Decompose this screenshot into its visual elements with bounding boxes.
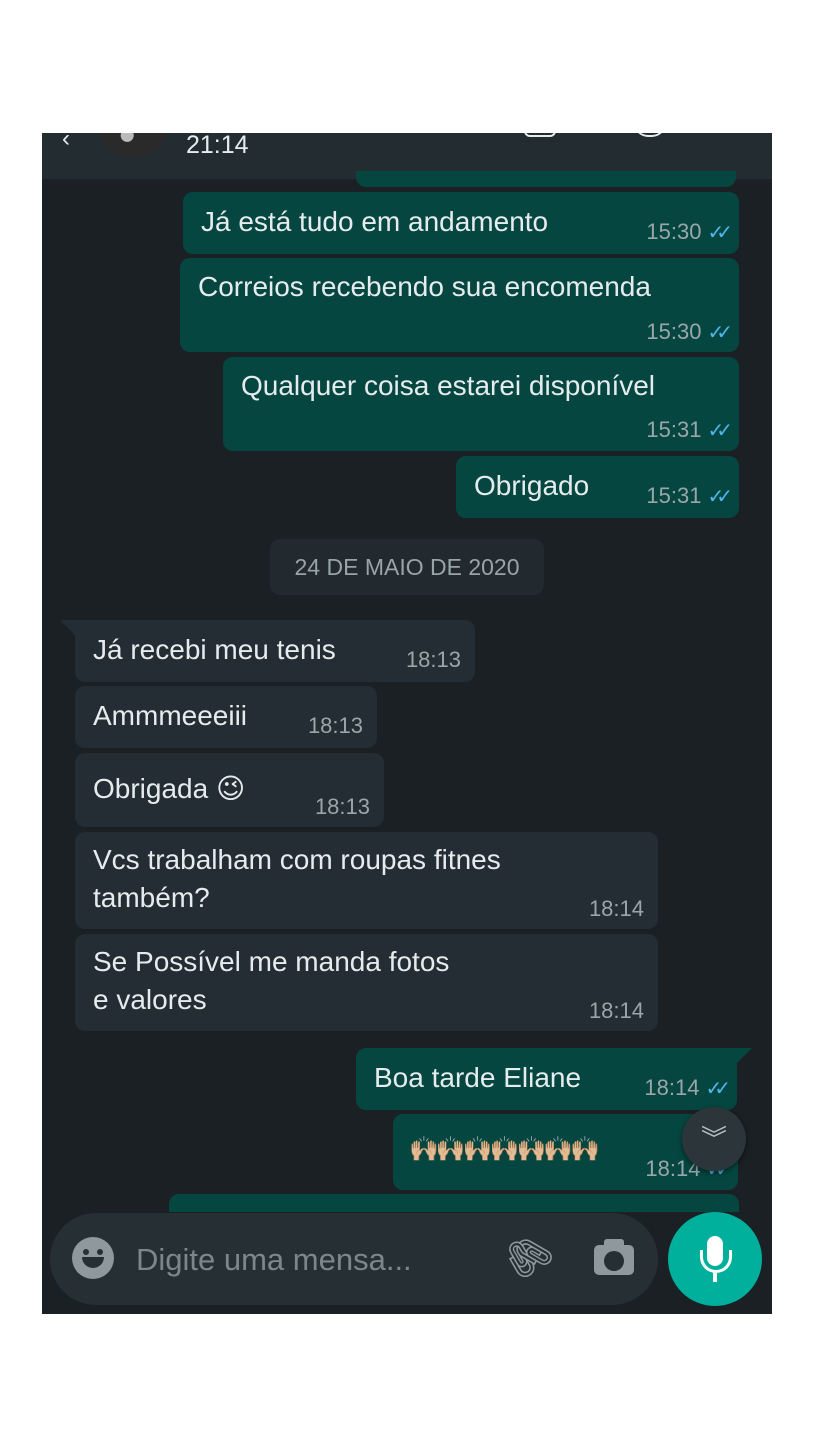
message-bubble-outgoing[interactable]: Obrigado 15:31 ✓✓	[456, 456, 739, 518]
double-check-icon: ✓✓	[707, 222, 732, 244]
message-meta: 15:30 ✓✓	[646, 219, 732, 245]
message-time: 15:30	[646, 219, 702, 244]
message-meta: 15:31 ✓✓	[646, 483, 732, 509]
chevron-double-down-icon[interactable]: ︾	[682, 1107, 746, 1171]
message-bubble-incoming[interactable]: Se Possível me manda fotos e valores 18:…	[75, 934, 658, 1031]
message-time: 18:14	[588, 896, 644, 921]
message-text: Obrigada 😉	[93, 773, 246, 804]
mic-button[interactable]	[668, 1212, 762, 1306]
message-composer: 🖇	[50, 1213, 658, 1305]
message-text: Se Possível me manda fotos e valores	[93, 946, 450, 1015]
message-text: Obrigado	[474, 470, 590, 501]
message-time: 18:13	[405, 647, 461, 672]
message-text: 🙌🏼🙌🏼🙌🏼🙌🏼🙌🏼🙌🏼🙌🏼	[409, 1136, 600, 1163]
more-options-icon[interactable]: •	[724, 133, 732, 142]
emoji-icon[interactable]	[72, 1237, 114, 1279]
message-bubble-partial	[356, 171, 736, 187]
message-time: 18:13	[307, 713, 363, 738]
message-bubble-outgoing[interactable]: Qualquer coisa estarei disponível 15:31 ✓…	[223, 357, 739, 451]
message-bubble-incoming[interactable]: Obrigada 😉 18:13	[75, 753, 384, 827]
message-time: 18:14	[644, 1075, 700, 1100]
message-meta: 15:30 ✓✓	[646, 319, 732, 345]
header-time: 21:14	[186, 133, 249, 159]
message-text: Vcs trabalham com roupas fitnes também?	[93, 844, 501, 913]
bubble-tail	[60, 620, 76, 636]
message-meta: 18:14✓✓	[644, 1075, 730, 1101]
double-check-icon: ✓✓	[707, 486, 732, 508]
message-bubble-partial	[169, 1194, 739, 1212]
chat-screen: ‹ 21:14 • Já está tudo em andamento 15:3…	[42, 133, 772, 1314]
message-time: 15:31	[646, 483, 702, 508]
message-meta: 15:31 ✓✓	[646, 417, 732, 443]
camera-icon[interactable]	[594, 1239, 634, 1275]
message-text: Qualquer coisa estarei disponível	[241, 370, 656, 401]
back-arrow-icon[interactable]: ‹	[62, 133, 70, 153]
message-bubble-outgoing[interactable]: Boa tarde Eliane 18:14 ✓✓	[356, 1048, 737, 1110]
message-text: Já recebi meu tenis	[93, 634, 336, 665]
message-text: Correios recebendo sua encomenda	[198, 271, 651, 302]
message-time: 18:14	[588, 998, 644, 1023]
message-bubble-outgoing[interactable]: Já está tudo em andamento 15:30 ✓✓	[183, 192, 739, 254]
double-check-icon: ✓✓	[707, 420, 732, 442]
message-bubble-outgoing[interactable]: Correios recebendo sua encomenda 15:30 ✓✓	[180, 258, 739, 352]
message-time: 18:13	[314, 794, 370, 819]
message-bubble-incoming[interactable]: Já recebi meu tenis 18:13	[75, 620, 475, 682]
phone-call-icon[interactable]	[634, 133, 666, 137]
message-input[interactable]	[134, 1235, 478, 1285]
double-check-icon: ✓✓	[707, 322, 732, 344]
message-text: Já está tudo em andamento	[201, 206, 549, 237]
date-separator: 24 DE MAIO DE 2020	[270, 539, 544, 595]
message-bubble-incoming[interactable]: Vcs trabalham com roupas fitnes também? …	[75, 832, 658, 929]
message-time: 15:30	[646, 319, 702, 344]
message-text: Boa tarde Eliane	[374, 1062, 582, 1093]
video-call-icon[interactable]	[524, 133, 556, 137]
message-text: Ammmeeeiii	[93, 700, 248, 731]
paperclip-icon[interactable]: 🖇	[493, 1222, 562, 1291]
avatar[interactable]	[100, 133, 168, 157]
double-check-icon: ✓✓	[705, 1078, 730, 1100]
message-time: 15:31	[646, 417, 702, 442]
bubble-tail	[736, 1048, 752, 1064]
message-bubble-incoming[interactable]: Ammmeeeiii 18:13	[75, 686, 377, 748]
